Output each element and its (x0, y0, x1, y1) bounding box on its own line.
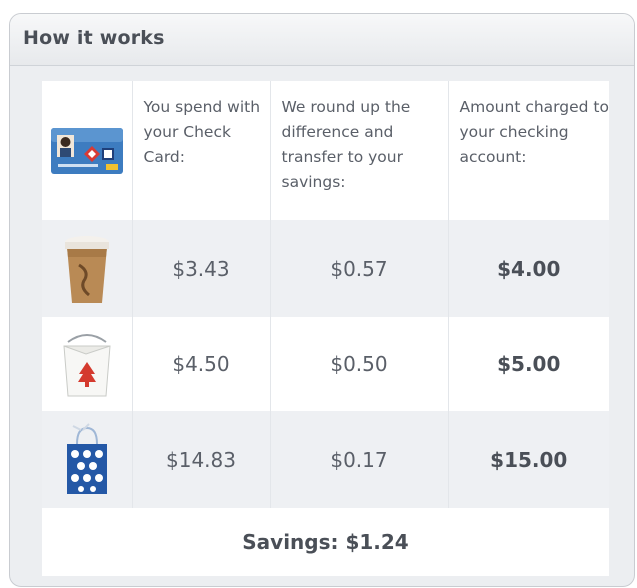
charged-amount: $15.00 (447, 411, 609, 508)
check-card-icon (50, 127, 123, 174)
charged-header: Amount charged to your checking account: (447, 81, 609, 220)
spend-header: You spend with your Check Card: (131, 81, 270, 220)
spend-amount: $4.50 (131, 317, 270, 411)
spend-amount: $3.43 (131, 220, 270, 317)
savings-total: Savings: $1.24 (42, 508, 609, 576)
roundup-amount: $0.57 (269, 220, 448, 317)
table-row: $14.83 $0.17 $15.00 (42, 411, 609, 508)
charged-amount: $4.00 (447, 220, 609, 317)
check-card-cell (42, 81, 132, 220)
takeout-box-icon (63, 334, 111, 397)
coffee-cell (42, 220, 132, 317)
panel-header: How it works (10, 14, 634, 66)
roundup-amount: $0.50 (269, 317, 448, 411)
coffee-cup-icon (64, 235, 109, 303)
savings-row: Savings: $1.24 (42, 508, 609, 576)
panel-title: How it works (23, 27, 165, 49)
how-it-works-panel: How it works You spend with your Check C… (9, 13, 635, 587)
table-row: $3.43 $0.57 $4.00 (42, 220, 609, 317)
roundup-header: We round up the difference and transfer … (269, 81, 448, 220)
charged-amount: $5.00 (447, 317, 609, 411)
gift-bag-cell (42, 411, 132, 508)
spend-amount: $14.83 (131, 411, 270, 508)
header-row: You spend with your Check Card: We round… (42, 81, 609, 220)
roundup-table: You spend with your Check Card: We round… (42, 81, 609, 576)
table-row: $4.50 $0.50 $5.00 (42, 317, 609, 411)
roundup-amount: $0.17 (269, 411, 448, 508)
gift-bag-icon (66, 422, 107, 494)
takeout-cell (42, 317, 132, 411)
